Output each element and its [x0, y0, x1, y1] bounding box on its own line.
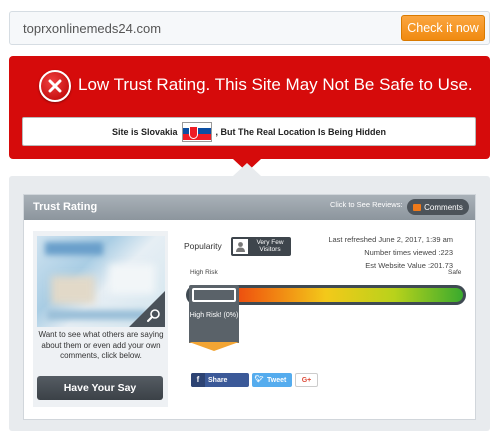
check-it-now-button[interactable]: Check it now: [401, 15, 485, 41]
high-risk-label: High Risk: [190, 269, 218, 276]
panel-title: Trust Rating: [33, 201, 98, 213]
have-your-say-button[interactable]: Have Your Say: [37, 376, 163, 400]
panel-pointer: [233, 163, 261, 176]
last-refreshed: Last refreshed June 2, 2017, 1:39 am: [328, 235, 453, 244]
times-viewed: Number times viewed :223: [364, 248, 453, 257]
slovakia-flag-icon: [181, 121, 212, 142]
magnifier-icon: [147, 309, 160, 322]
website-value: Est Website Value :201.73: [365, 261, 453, 270]
safe-label: Safe: [448, 269, 462, 276]
visitors-badge: Very Few Visitors: [231, 237, 291, 256]
low-trust-alert: Low Trust Rating. This Site May Not Be S…: [9, 56, 490, 159]
search-bar: Check it now: [9, 11, 490, 45]
popularity-label: Popularity: [184, 241, 222, 251]
url-search-input[interactable]: [11, 13, 396, 43]
trust-indicator: High Risk! (0%): [189, 285, 239, 351]
alert-title: Low Trust Rating. This Site May Not Be S…: [78, 75, 473, 94]
site-screenshot-thumbnail[interactable]: [37, 236, 165, 327]
facebook-share-button[interactable]: f Share: [191, 373, 249, 387]
have-say-caption: Want to see what others are saying about…: [38, 330, 164, 360]
google-plus-button[interactable]: G+: [295, 373, 318, 387]
facebook-share-label: Share: [208, 376, 228, 384]
site-preview-box: Want to see what others are saying about…: [33, 231, 168, 407]
location-prefix: Site is Slovakia: [111, 126, 178, 137]
error-x-icon: [39, 70, 71, 102]
user-icon: [233, 239, 248, 254]
share-buttons: f Share 🐦︎ Tweet G+: [191, 373, 321, 387]
comments-button[interactable]: Comments: [407, 199, 469, 215]
indicator-label: High Risk! (0%): [189, 312, 239, 319]
location-suffix: , But The Real Location Is Being Hidden: [215, 126, 387, 137]
twitter-tweet-label: Tweet: [267, 376, 287, 384]
comment-icon: [413, 203, 422, 211]
location-box: Site is Slovakia , But The Real Location…: [22, 117, 476, 146]
trust-rating-panel: Trust Rating Click to See Reviews: Comme…: [23, 194, 476, 420]
facebook-icon: f: [191, 373, 205, 387]
visitors-text: Very Few Visitors: [256, 239, 284, 253]
twitter-tweet-button[interactable]: 🐦︎ Tweet: [252, 373, 292, 387]
twitter-icon: 🐦︎: [254, 376, 264, 383]
panel-header: Trust Rating Click to See Reviews: Comme…: [24, 195, 475, 220]
google-plus-label: G+: [301, 376, 312, 384]
reviews-hint: Click to See Reviews:: [330, 200, 403, 209]
comments-label: Comments: [424, 202, 463, 212]
